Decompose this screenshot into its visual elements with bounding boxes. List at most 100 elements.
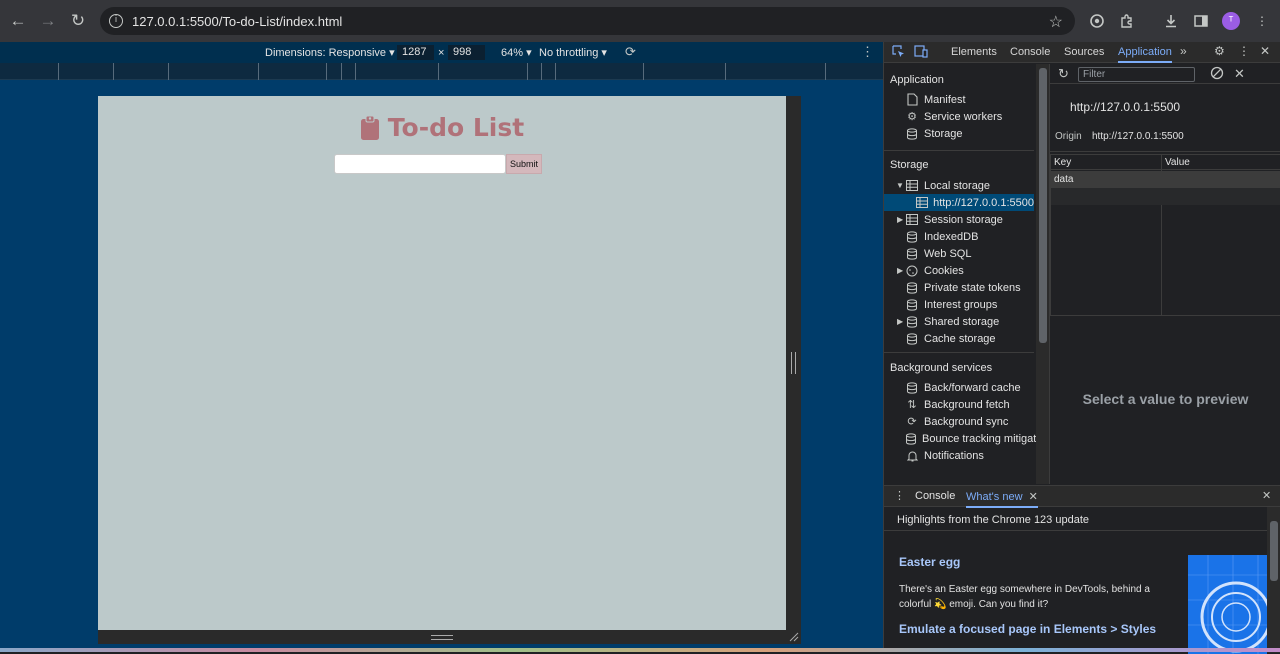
drawer-tab-whats-new[interactable]: What's new ✕ bbox=[966, 490, 1038, 508]
table-row[interactable] bbox=[1051, 188, 1280, 205]
forward-arrow-icon[interactable]: → bbox=[33, 6, 63, 36]
sidebar-item-indexeddb[interactable]: IndexedDB bbox=[884, 228, 1034, 245]
close-tab-icon[interactable]: ✕ bbox=[1029, 491, 1038, 503]
sidebar-item-web-sql[interactable]: Web SQL bbox=[884, 245, 1034, 262]
sidebar-item-shared-storage[interactable]: ▶ Shared storage bbox=[884, 313, 1034, 330]
drawer-scrollbar[interactable] bbox=[1267, 507, 1280, 653]
origin-row: Origin http://127.0.0.1:5500 bbox=[1050, 122, 1280, 152]
scrollbar-thumb[interactable] bbox=[1270, 521, 1278, 581]
rotate-icon[interactable]: ⟳ bbox=[625, 44, 636, 60]
sidebar-item-cache-storage[interactable]: Cache storage bbox=[884, 330, 1034, 347]
expand-arrow-right-icon[interactable]: ▶ bbox=[897, 317, 903, 326]
sidebar-item-private-state-tokens[interactable]: Private state tokens bbox=[884, 279, 1034, 296]
sidebar-item-background-sync[interactable]: ⟳ Background sync bbox=[884, 413, 1034, 430]
close-devtools-icon[interactable]: ✕ bbox=[1260, 44, 1270, 58]
sidebar-item-manifest[interactable]: Manifest bbox=[884, 91, 1034, 108]
sidebar-item-notifications[interactable]: Notifications bbox=[884, 447, 1034, 464]
reload-icon[interactable]: ↻ bbox=[63, 6, 93, 36]
drawer-tab-console[interactable]: Console bbox=[915, 490, 955, 502]
avatar[interactable]: ᵀ bbox=[1222, 12, 1240, 30]
side-panel-icon[interactable] bbox=[1186, 6, 1216, 36]
sidebar-item-interest-groups[interactable]: Interest groups bbox=[884, 296, 1034, 313]
url-text[interactable]: 127.0.0.1:5500/To-do-List/index.html bbox=[132, 14, 342, 29]
ruler-tick bbox=[541, 63, 542, 80]
document-icon bbox=[905, 93, 919, 107]
delete-selected-icon[interactable]: ✕ bbox=[1234, 66, 1245, 82]
resize-grip[interactable] bbox=[791, 352, 796, 374]
download-icon[interactable] bbox=[1156, 6, 1186, 36]
scrollbar-thumb[interactable] bbox=[1039, 68, 1047, 343]
bookmark-star-icon[interactable]: ☆ bbox=[1049, 12, 1063, 32]
easter-egg-heading[interactable]: Easter egg bbox=[899, 555, 960, 569]
emulate-focused-page-link[interactable]: Emulate a focused page in Elements > Sty… bbox=[899, 622, 1156, 636]
sidebar-item-local-storage[interactable]: ▼ Local storage bbox=[884, 177, 1034, 194]
ruler-tick bbox=[113, 63, 114, 80]
emulated-page: To-do List Submit bbox=[98, 96, 786, 630]
sidebar-item-label: Manifest bbox=[924, 93, 966, 106]
site-info-icon[interactable]: i bbox=[109, 14, 123, 28]
whats-new-illustration bbox=[1188, 555, 1267, 654]
clear-all-icon[interactable] bbox=[1210, 66, 1224, 80]
sidebar-item-local-storage-origin[interactable]: http://127.0.0.1:5500 bbox=[884, 194, 1034, 211]
todo-input[interactable] bbox=[334, 154, 506, 174]
tab-console[interactable]: Console bbox=[1010, 46, 1050, 58]
dimensions-dropdown[interactable]: Dimensions: Responsive ▾ bbox=[265, 46, 395, 59]
width-input[interactable]: 1287 bbox=[397, 45, 434, 60]
origin-label: Origin bbox=[1055, 131, 1082, 142]
device-more-icon[interactable]: ⋮ bbox=[861, 44, 874, 60]
sidebar-item-session-storage[interactable]: ▶ Session storage bbox=[884, 211, 1034, 228]
resize-handle-right[interactable] bbox=[786, 96, 801, 644]
sidebar-item-cookies[interactable]: ▶ Cookies bbox=[884, 262, 1034, 279]
column-header-value[interactable]: Value bbox=[1165, 157, 1190, 168]
local-storage-panel: ↻ Filter ✕ http://127.0.0.1:5500 Origin … bbox=[1050, 64, 1280, 484]
close-drawer-icon[interactable]: ✕ bbox=[1262, 489, 1271, 502]
resize-corner-icon[interactable] bbox=[788, 631, 799, 643]
inspect-element-icon[interactable] bbox=[892, 45, 905, 58]
media-query-ruler[interactable] bbox=[0, 63, 883, 80]
height-input[interactable]: 998 bbox=[448, 45, 485, 60]
back-arrow-icon[interactable]: ← bbox=[3, 6, 33, 36]
throttling-dropdown[interactable]: No throttling ▾ bbox=[539, 46, 607, 59]
sidebar-item-background-fetch[interactable]: ⇅ Background fetch bbox=[884, 396, 1034, 413]
browser-menu-icon[interactable]: ⋮ bbox=[1247, 6, 1277, 36]
resize-handle-bottom[interactable] bbox=[98, 630, 801, 644]
sidebar-item-label: Interest groups bbox=[924, 298, 998, 311]
drawer-menu-icon[interactable]: ⋮ bbox=[894, 489, 905, 502]
drawer-tab-whats-new-label[interactable]: What's new bbox=[966, 491, 1023, 503]
more-tabs-icon[interactable]: » bbox=[1180, 44, 1187, 58]
sidebar-item-back-forward-cache[interactable]: Back/forward cache bbox=[884, 379, 1034, 396]
sidebar-item-service-workers[interactable]: ⚙ Service workers bbox=[884, 108, 1034, 125]
zoom-dropdown[interactable]: 64% ▾ bbox=[501, 46, 532, 59]
expand-arrow-right-icon[interactable]: ▶ bbox=[897, 215, 903, 224]
sidebar-scrollbar[interactable] bbox=[1036, 64, 1049, 484]
device-toggle-icon[interactable] bbox=[914, 45, 928, 58]
filter-input[interactable]: Filter bbox=[1078, 67, 1195, 82]
sidebar-item-storage[interactable]: Storage bbox=[884, 125, 1034, 142]
expand-arrow-down-icon[interactable]: ▼ bbox=[896, 181, 904, 190]
sidebar-item-label: Notifications bbox=[924, 449, 984, 462]
sidebar-item-bounce-tracking[interactable]: Bounce tracking mitigatic bbox=[884, 430, 1036, 447]
preview-placeholder: Select a value to preview bbox=[1082, 391, 1249, 407]
submit-button[interactable]: Submit bbox=[506, 154, 542, 174]
column-header-key[interactable]: Key bbox=[1054, 157, 1071, 168]
zoom-label[interactable]: 64% bbox=[501, 47, 523, 59]
devtools-menu-icon[interactable]: ⋮ bbox=[1238, 44, 1250, 58]
resize-grip[interactable] bbox=[431, 635, 453, 640]
profile-avatar[interactable]: ᵀ bbox=[1216, 6, 1246, 36]
lens-icon[interactable] bbox=[1082, 6, 1112, 36]
row-key[interactable]: data bbox=[1054, 174, 1073, 185]
refresh-icon[interactable]: ↻ bbox=[1058, 66, 1069, 82]
table-icon bbox=[905, 179, 919, 193]
tab-application[interactable]: Application bbox=[1118, 46, 1172, 63]
address-bar[interactable]: i 127.0.0.1:5500/To-do-List/index.html ☆ bbox=[100, 7, 1075, 35]
table-row[interactable]: data bbox=[1051, 171, 1280, 188]
tab-sources[interactable]: Sources bbox=[1064, 46, 1104, 58]
settings-gear-icon[interactable]: ⚙ bbox=[1214, 44, 1225, 58]
throttling-label[interactable]: No throttling bbox=[539, 47, 598, 59]
tab-elements[interactable]: Elements bbox=[951, 46, 997, 58]
expand-arrow-right-icon[interactable]: ▶ bbox=[897, 266, 903, 275]
sidebar-item-label: http://127.0.0.1:5500 bbox=[933, 196, 1034, 209]
extensions-icon[interactable] bbox=[1112, 6, 1142, 36]
dimensions-label[interactable]: Dimensions: Responsive bbox=[265, 47, 386, 59]
sidebar-item-label: Cookies bbox=[924, 264, 964, 277]
